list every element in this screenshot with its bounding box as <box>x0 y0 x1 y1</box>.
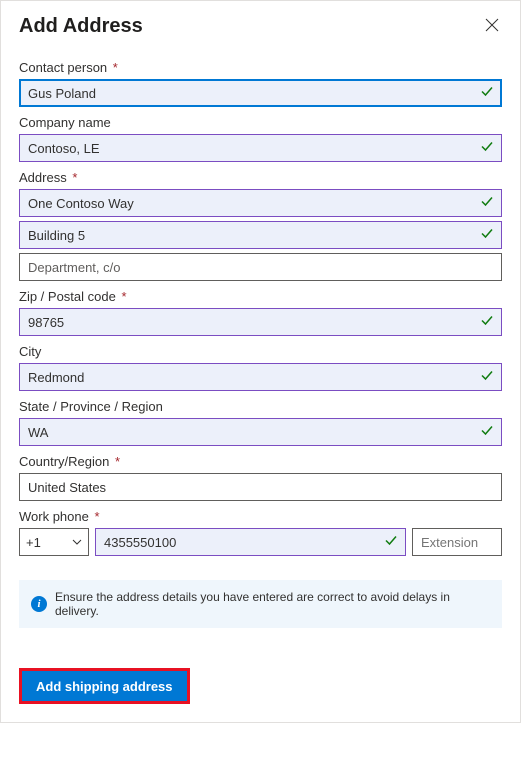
country-field: Country/Region * <box>19 454 502 501</box>
zip-input[interactable] <box>19 308 502 336</box>
state-field: State / Province / Region <box>19 399 502 446</box>
add-address-panel: Add Address Contact person * Company nam… <box>0 0 521 723</box>
zip-field: Zip / Postal code * <box>19 289 502 336</box>
contact-person-label: Contact person * <box>19 60 502 75</box>
city-input[interactable] <box>19 363 502 391</box>
state-input[interactable] <box>19 418 502 446</box>
add-shipping-address-button[interactable]: Add shipping address <box>22 671 187 701</box>
address-label: Address * <box>19 170 502 185</box>
company-name-input[interactable] <box>19 134 502 162</box>
info-message-box: i Ensure the address details you have en… <box>19 580 502 628</box>
chevron-down-icon <box>72 539 82 545</box>
panel-header: Add Address <box>19 15 502 38</box>
address-line1-input[interactable] <box>19 189 502 217</box>
address-field: Address * <box>19 170 502 217</box>
info-message-text: Ensure the address details you have ente… <box>55 590 490 618</box>
city-label: City <box>19 344 502 359</box>
contact-person-field: Contact person * <box>19 60 502 107</box>
state-label: State / Province / Region <box>19 399 502 414</box>
country-input[interactable] <box>19 473 502 501</box>
close-icon <box>485 18 499 32</box>
company-name-field: Company name <box>19 115 502 162</box>
close-button[interactable] <box>482 15 502 35</box>
work-phone-label: Work phone * <box>19 509 502 524</box>
page-title: Add Address <box>19 15 143 38</box>
company-name-label: Company name <box>19 115 502 130</box>
address-line3-wrap <box>19 253 502 281</box>
country-code-select[interactable]: +1 <box>19 528 89 556</box>
address-line2-input[interactable] <box>19 221 502 249</box>
address-line3-input[interactable] <box>19 253 502 281</box>
country-label: Country/Region * <box>19 454 502 469</box>
city-field: City <box>19 344 502 391</box>
info-icon: i <box>31 596 47 612</box>
country-code-value: +1 <box>26 535 41 550</box>
address-line2-wrap <box>19 221 502 249</box>
zip-label: Zip / Postal code * <box>19 289 502 304</box>
contact-person-input[interactable] <box>19 79 502 107</box>
work-phone-field: Work phone * +1 <box>19 509 502 556</box>
submit-highlight: Add shipping address <box>19 668 190 704</box>
extension-input[interactable] <box>412 528 502 556</box>
phone-input[interactable] <box>95 528 406 556</box>
